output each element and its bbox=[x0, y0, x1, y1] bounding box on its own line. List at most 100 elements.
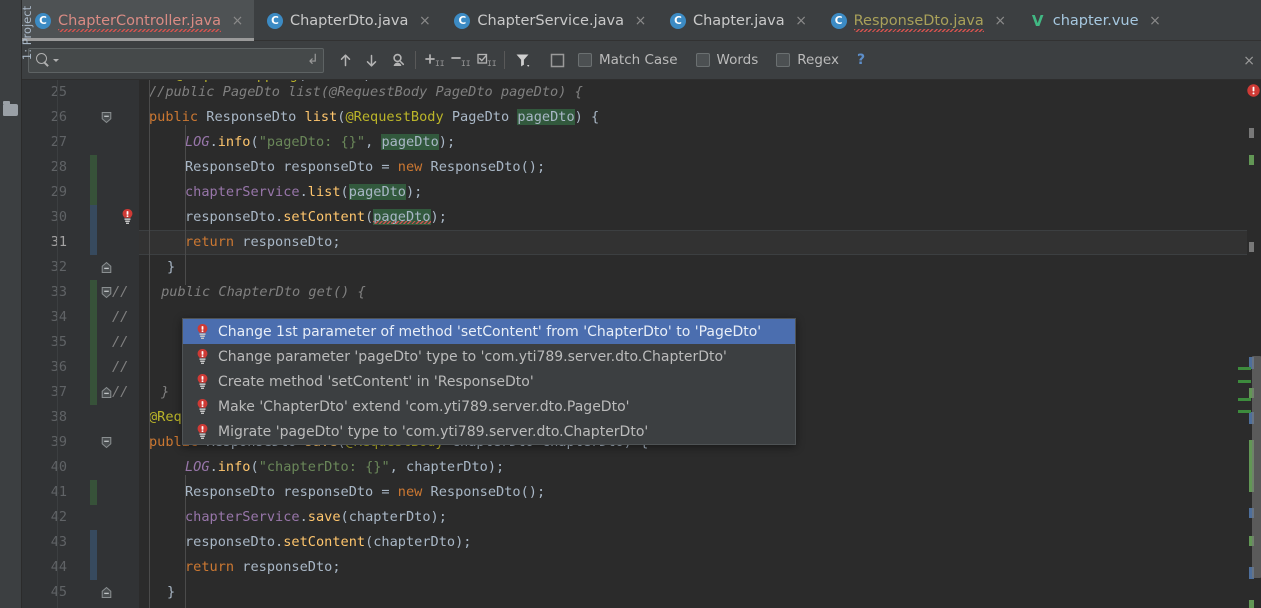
editor-tab-chapter-java[interactable]: C Chapter.java × bbox=[657, 0, 818, 41]
intention-action-item[interactable]: Change 1st parameter of method 'setConte… bbox=[183, 319, 795, 344]
line-number: 42 bbox=[50, 509, 67, 525]
left-toolwindow-stripe: 1: Project bbox=[0, 0, 34, 608]
vcs-change-marker bbox=[90, 180, 97, 205]
close-tab-icon[interactable]: × bbox=[634, 14, 647, 28]
search-field[interactable]: ↲ bbox=[28, 47, 324, 73]
intention-action-item[interactable]: Make 'ChapterDto' extend 'com.yti789.ser… bbox=[183, 394, 795, 419]
line-number: 25 bbox=[50, 84, 67, 100]
line-number: 41 bbox=[50, 484, 67, 500]
error-stripe-mark[interactable] bbox=[1249, 128, 1254, 138]
vcs-change-marker bbox=[90, 330, 97, 355]
regex-help-icon[interactable]: ? bbox=[857, 52, 865, 68]
find-option-label: Match Case bbox=[599, 52, 678, 68]
line-number: 29 bbox=[50, 184, 67, 200]
find-next-icon[interactable] bbox=[358, 47, 384, 73]
toggle-panel-icon[interactable] bbox=[544, 47, 570, 73]
intention-actions-popup[interactable]: Change 1st parameter of method 'setConte… bbox=[182, 318, 796, 445]
error-bulb-icon bbox=[196, 423, 209, 440]
line-number: 38 bbox=[50, 409, 67, 425]
editor-tab-responsedto-java[interactable]: C ResponseDto.java × bbox=[818, 0, 1017, 41]
close-tab-icon[interactable]: × bbox=[1149, 14, 1162, 28]
fold-marker-open[interactable] bbox=[100, 436, 113, 449]
gutter-error-bulb-icon[interactable] bbox=[121, 208, 138, 229]
line-number: 37 bbox=[50, 384, 67, 400]
line-number: 31 bbox=[50, 234, 67, 250]
remove-occurrence-icon[interactable]: II bbox=[447, 47, 473, 73]
java-class-icon: C bbox=[266, 12, 283, 29]
line-number: 28 bbox=[50, 159, 67, 175]
error-stripe-error-icon[interactable] bbox=[1247, 82, 1260, 97]
intention-action-label: Make 'ChapterDto' extend 'com.yti789.ser… bbox=[218, 398, 630, 415]
intention-action-item[interactable]: Migrate 'pageDto' type to 'com.yti789.se… bbox=[183, 419, 795, 444]
filter-icon[interactable] bbox=[510, 47, 536, 73]
checkbox-match-case[interactable] bbox=[578, 53, 592, 67]
editor-tab-chapterdto-java[interactable]: C ChapterDto.java × bbox=[254, 0, 441, 41]
find-option-words[interactable]: Words bbox=[695, 52, 758, 68]
code-line: return responseDto; bbox=[185, 559, 341, 575]
select-all-occurrences-icon[interactable] bbox=[384, 47, 410, 73]
checkbox-words[interactable] bbox=[695, 53, 710, 67]
code-line: public ResponseDto list(@RequestBody Pag… bbox=[149, 109, 600, 125]
code-line: } bbox=[167, 259, 176, 275]
editor-tab-chapter-vue[interactable]: Vchapter.vue × bbox=[1017, 0, 1172, 41]
close-find-toolbar-button[interactable]: × bbox=[1243, 54, 1255, 68]
vcs-change-marker bbox=[90, 530, 97, 555]
vcs-change-marker bbox=[90, 205, 97, 230]
error-stripe-mark[interactable] bbox=[1249, 155, 1254, 165]
code-line: chapterService.list(pageDto); bbox=[185, 184, 423, 200]
code-line: //public PageDto list(@RequestBody PageD… bbox=[149, 84, 583, 100]
select-occurrences-icon[interactable]: II bbox=[473, 47, 499, 73]
multiline-toggle-icon[interactable]: ↲ bbox=[303, 49, 323, 72]
line-number: 34 bbox=[50, 309, 67, 325]
vue-file-icon: V bbox=[1031, 11, 1044, 30]
intention-action-item[interactable]: Change parameter 'pageDto' type to 'com.… bbox=[183, 344, 795, 369]
error-stripe-scrollbar[interactable] bbox=[1238, 80, 1261, 608]
code-editor[interactable]: 25 26 27 28 29 30 31 32 33 34 35 36 37 38 39 40 41 42 43 44… bbox=[22, 80, 1261, 608]
stripe-written-mark bbox=[1238, 367, 1251, 370]
scrollbar-thumb[interactable] bbox=[1252, 356, 1261, 578]
find-previous-icon[interactable] bbox=[332, 47, 358, 73]
line-number: 35 bbox=[50, 334, 67, 350]
line-number: 45 bbox=[50, 584, 67, 600]
code-line: ResponseDto responseDto = new ResponseDt… bbox=[185, 484, 546, 500]
line-number: 32 bbox=[50, 259, 67, 275]
editor-tab-label: Chapter.java bbox=[692, 12, 785, 29]
java-class-icon: C bbox=[669, 12, 686, 29]
fold-marker-open[interactable] bbox=[100, 111, 113, 124]
indent-guide bbox=[185, 125, 186, 285]
editor-tab-chaptercontroller-java[interactable]: C ChapterController.java × bbox=[22, 0, 254, 41]
line-number: 36 bbox=[50, 359, 67, 375]
line-number: 40 bbox=[50, 459, 67, 475]
code-line: return responseDto; bbox=[185, 234, 341, 250]
add-occurrence-icon[interactable]: II bbox=[421, 47, 447, 73]
fold-marker-close[interactable] bbox=[100, 586, 113, 599]
vcs-change-marker bbox=[90, 480, 97, 505]
sidebar-item-project[interactable]: 1: Project bbox=[16, 0, 38, 78]
error-stripe-mark[interactable] bbox=[1249, 242, 1254, 252]
close-tab-icon[interactable]: × bbox=[231, 14, 244, 28]
idea-editor-window: 1: Project C ChapterController.java × C Chap… bbox=[0, 0, 1261, 608]
find-option-match-case[interactable]: Match Case bbox=[578, 52, 678, 68]
close-tab-icon[interactable]: × bbox=[418, 14, 431, 28]
search-input[interactable] bbox=[59, 52, 303, 68]
code-line: chapterService.save(chapterDto); bbox=[185, 509, 447, 525]
error-bulb-icon bbox=[196, 373, 209, 390]
error-stripe-mark[interactable] bbox=[1249, 600, 1254, 608]
vcs-change-marker bbox=[90, 355, 97, 380]
find-option-regex[interactable]: Regex bbox=[776, 52, 839, 68]
intention-action-item[interactable]: Create method 'setContent' in 'ResponseD… bbox=[183, 369, 795, 394]
editor-tab-label: ResponseDto.java bbox=[853, 12, 984, 32]
indent-guide bbox=[185, 475, 186, 608]
checkbox-regex[interactable] bbox=[776, 53, 791, 67]
close-tab-icon[interactable]: × bbox=[795, 14, 808, 28]
editor-tab-chapterservice-java[interactable]: C ChapterService.java × bbox=[441, 0, 657, 41]
fold-marker-close[interactable] bbox=[100, 261, 113, 274]
code-line: // bbox=[112, 309, 129, 325]
editor-tab-label: ChapterService.java bbox=[477, 12, 624, 29]
java-class-icon: C bbox=[454, 12, 471, 29]
code-line: responseDto.setContent(pageDto); bbox=[185, 209, 447, 225]
close-tab-icon[interactable]: × bbox=[994, 14, 1007, 28]
search-icon bbox=[36, 52, 51, 68]
java-class-icon: C bbox=[830, 12, 847, 29]
code-line: responseDto.setContent(chapterDto); bbox=[185, 534, 472, 550]
